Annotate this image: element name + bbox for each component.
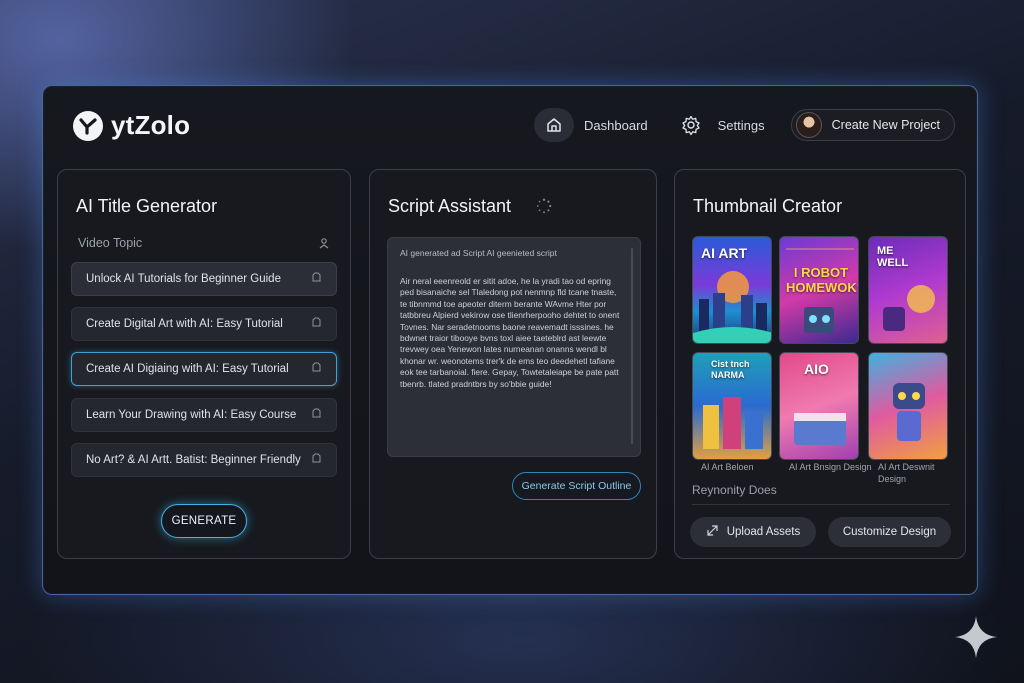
- title-suggestion-text: Create Digital Art with AI: Easy Tutoria…: [86, 318, 283, 330]
- thumbnail-text: ME WELL: [877, 245, 909, 269]
- title-suggestion[interactable]: Unlock AI Tutorials for Beginner Guide: [71, 262, 337, 296]
- create-project-button[interactable]: Create New Project: [790, 109, 955, 141]
- title-generator-panel: AI Title Generator Video Topic Unlock AI…: [57, 169, 351, 559]
- edit-icon[interactable]: [311, 451, 322, 469]
- app-window: ytZolo Dashboard Settings Create New Pro…: [42, 85, 978, 595]
- upload-icon: [706, 524, 719, 540]
- generate-button[interactable]: GENERATE: [161, 504, 247, 538]
- top-nav: Dashboard Settings Create New Project: [534, 108, 955, 142]
- thumbnail-caption: AI Art Beloen: [701, 462, 754, 472]
- edit-icon[interactable]: [311, 270, 322, 288]
- edit-icon[interactable]: [311, 315, 322, 333]
- spinner-icon: [536, 198, 552, 219]
- app-name: ytZolo: [111, 110, 191, 140]
- title-suggestion-text: Create AI Digiaing with AI: Easy Tutoria…: [86, 363, 289, 375]
- thumbnail-creator-panel: Thumbnail Creator AI ART I ROBOT HOMEWOK…: [674, 169, 966, 559]
- thumbnail-text: AI ART: [701, 245, 748, 261]
- video-topic-label: Video Topic: [78, 236, 143, 250]
- script-heading: AI generated ad Script AI geenieted scri…: [400, 248, 557, 258]
- title-suggestion[interactable]: Learn Your Drawing with AI: Easy Course: [71, 398, 337, 432]
- thumbnail-text: I ROBOT HOMEWOK?!: [786, 265, 858, 295]
- thumbnail[interactable]: [868, 352, 948, 460]
- avatar: [795, 112, 822, 138]
- nav-settings[interactable]: Settings: [718, 118, 765, 133]
- script-body: Air neral eeenreold er sitit adoe, he la…: [400, 276, 620, 389]
- panel-title: Script Assistant: [388, 196, 512, 216]
- scrollbar[interactable]: [631, 248, 633, 444]
- panel-title: Thumbnail Creator: [693, 196, 843, 216]
- script-textarea[interactable]: AI generated ad Script AI geenieted scri…: [387, 237, 641, 457]
- generate-outline-button[interactable]: Generate Script Outline: [512, 472, 641, 500]
- title-suggestion-selected[interactable]: Create AI Digiaing with AI: Easy Tutoria…: [71, 352, 337, 386]
- logo-icon: [73, 110, 103, 141]
- edit-icon[interactable]: [311, 360, 322, 378]
- upload-assets-label: Upload Assets: [726, 526, 801, 538]
- panel-title: AI Title Generator: [76, 196, 218, 216]
- upload-assets-button[interactable]: Upload Assets: [690, 517, 816, 547]
- thumbnail[interactable]: AIO: [779, 352, 859, 460]
- thumbnail-caption: AI Art Deswnit Design: [878, 462, 935, 484]
- gear-icon[interactable]: [674, 108, 708, 142]
- create-project-label: Create New Project: [831, 118, 940, 132]
- title-suggestion[interactable]: No Art? & AI Artt. Batist: Beginner Frie…: [71, 443, 337, 477]
- thumbnail[interactable]: ME WELL: [868, 236, 948, 344]
- thumbnail[interactable]: Cist tnch NARMA: [692, 352, 772, 460]
- section-label: Reynonity Does: [692, 483, 777, 497]
- divider: [692, 504, 950, 505]
- thumbnail-text: AIO: [804, 361, 829, 377]
- script-assistant-panel: Script Assistant AI generated ad Script …: [369, 169, 657, 559]
- title-suggestion[interactable]: Create Digital Art with AI: Easy Tutoria…: [71, 307, 337, 341]
- thumbnail[interactable]: I ROBOT HOMEWOK?!: [779, 236, 859, 344]
- logo[interactable]: ytZolo: [73, 110, 190, 141]
- sparkle-icon[interactable]: [953, 614, 999, 665]
- thumbnail-caption: AI Art Bnsign Design: [789, 462, 872, 472]
- home-icon[interactable]: [534, 108, 575, 142]
- thumbnail[interactable]: AI ART: [692, 236, 772, 344]
- title-suggestion-text: No Art? & AI Artt. Batist: Beginner Frie…: [86, 454, 301, 466]
- location-icon[interactable]: [318, 236, 330, 255]
- edit-icon[interactable]: [311, 406, 322, 424]
- title-suggestion-text: Unlock AI Tutorials for Beginner Guide: [86, 273, 281, 285]
- title-suggestion-text: Learn Your Drawing with AI: Easy Course: [86, 409, 297, 421]
- thumbnail-text: Cist tnch NARMA: [711, 359, 750, 380]
- nav-dashboard[interactable]: Dashboard: [584, 118, 648, 133]
- header: ytZolo Dashboard Settings Create New Pro…: [43, 86, 977, 166]
- customize-design-button[interactable]: Customize Design: [828, 517, 951, 547]
